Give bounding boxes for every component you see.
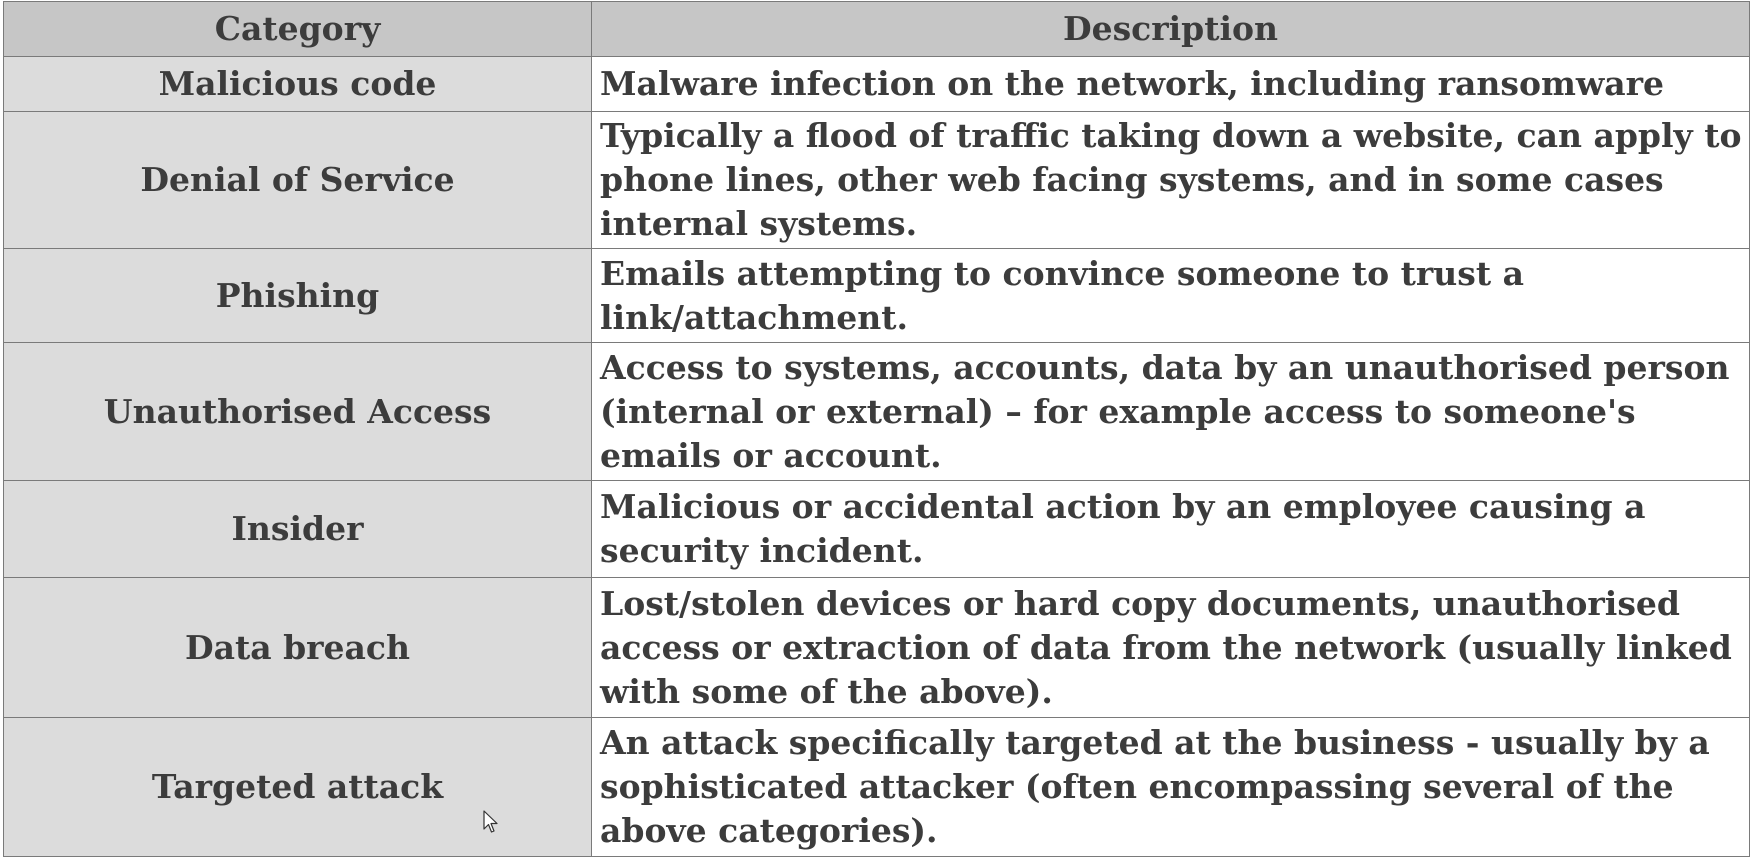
table-header-row: Category Description: [3, 1, 1750, 57]
mouse-pointer-icon: [483, 810, 498, 833]
table-row: Unauthorised Access Access to systems, a…: [3, 342, 1750, 481]
description-cell: Malware infection on the network, includ…: [591, 56, 1750, 112]
description-cell: Malicious or accidental action by an emp…: [591, 480, 1750, 578]
table-row: Targeted attack An attack specifically t…: [3, 717, 1750, 857]
incident-category-table: Category Description Malicious code Malw…: [3, 1, 1750, 857]
table-row: Phishing Emails attempting to convince s…: [3, 248, 1750, 343]
category-cell: Malicious code: [3, 56, 592, 112]
table-row: Malicious code Malware infection on the …: [3, 56, 1750, 112]
header-description: Description: [591, 1, 1750, 57]
category-cell: Insider: [3, 480, 592, 578]
category-cell: Targeted attack: [3, 717, 592, 857]
description-cell: An attack specifically targeted at the b…: [591, 717, 1750, 857]
category-cell: Data breach: [3, 577, 592, 718]
description-cell: Lost/stolen devices or hard copy documen…: [591, 577, 1750, 718]
category-cell: Denial of Service: [3, 111, 592, 249]
description-cell: Access to systems, accounts, data by an …: [591, 342, 1750, 481]
category-cell: Phishing: [3, 248, 592, 343]
table-row: Denial of Service Typically a flood of t…: [3, 111, 1750, 249]
header-category: Category: [3, 1, 592, 57]
table-row: Insider Malicious or accidental action b…: [3, 480, 1750, 578]
description-cell: Emails attempting to convince someone to…: [591, 248, 1750, 343]
description-cell: Typically a flood of traffic taking down…: [591, 111, 1750, 249]
category-cell: Unauthorised Access: [3, 342, 592, 481]
table-row: Data breach Lost/stolen devices or hard …: [3, 577, 1750, 718]
